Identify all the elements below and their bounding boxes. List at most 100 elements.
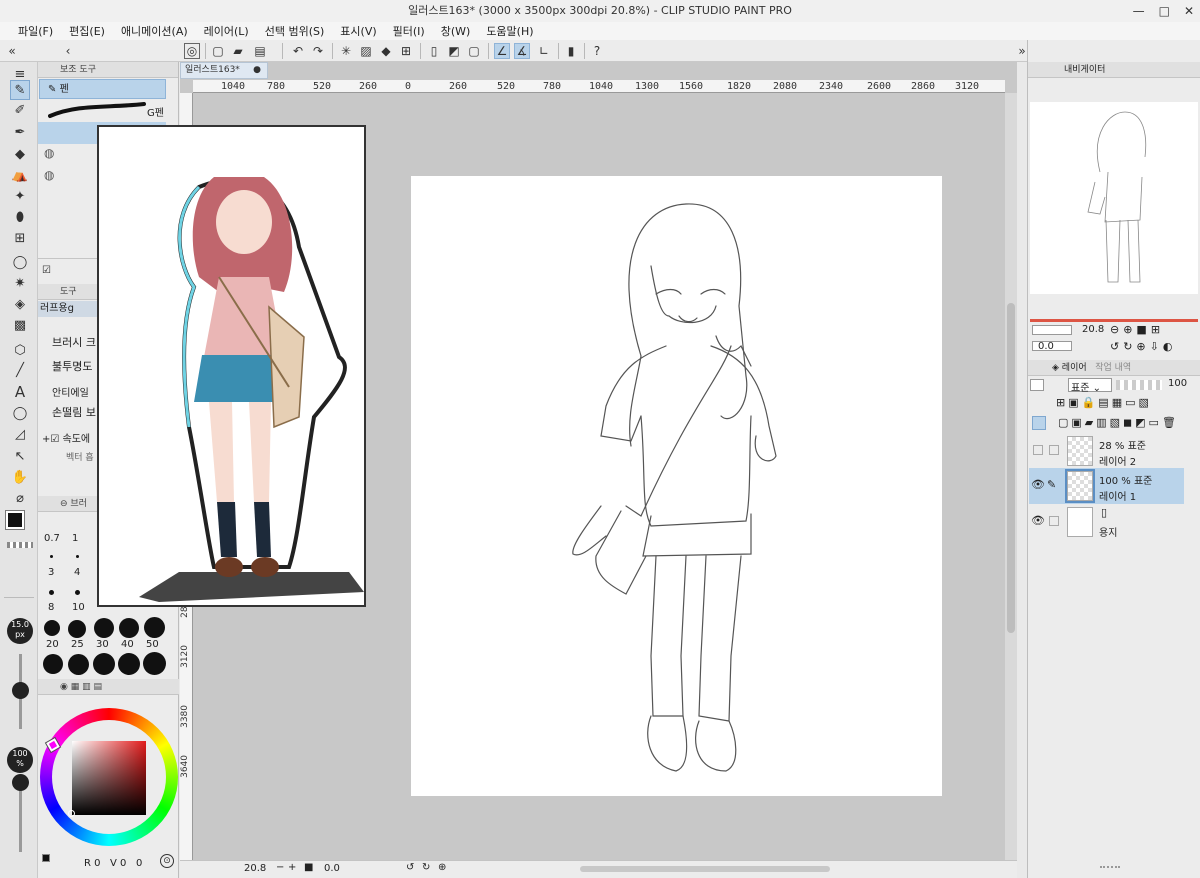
prop-brush-size[interactable]: 브러시 크: [52, 334, 96, 350]
pencil-tool-icon[interactable]: ✐: [10, 100, 30, 120]
scrollbar-thumb[interactable]: [1007, 303, 1015, 633]
drawing-canvas[interactable]: [411, 176, 942, 796]
brush-size-dot[interactable]: [76, 555, 79, 558]
layer-edit-box[interactable]: [1049, 516, 1059, 526]
save-icon[interactable]: ▤: [252, 43, 268, 59]
eye-icon[interactable]: 👁: [1031, 514, 1045, 527]
subtool-group-pen[interactable]: ✎ 펜: [39, 79, 166, 99]
eyedropper-tool-icon[interactable]: ⌀: [10, 488, 30, 508]
menu-edit[interactable]: 편집(E): [61, 23, 113, 39]
rotate-right-icon[interactable]: ↻: [422, 862, 430, 873]
transform-icon[interactable]: ⊞: [398, 43, 414, 59]
brush-size-label[interactable]: 4: [74, 567, 80, 578]
brush-size-label[interactable]: 1: [72, 533, 78, 544]
fill-icon[interactable]: ◆: [378, 43, 394, 59]
brush-size-dot[interactable]: [144, 617, 165, 638]
color-panel-tab[interactable]: ◉ ▦ ▥ ▤: [38, 679, 179, 695]
rotate-reset-icon[interactable]: ⊕: [438, 862, 446, 873]
3d-tool-icon[interactable]: ⬡: [10, 340, 30, 360]
brush-tool-icon[interactable]: ✒: [10, 122, 30, 142]
brush-size-dot[interactable]: [94, 618, 114, 638]
pen-edit-icon[interactable]: ✎: [1047, 478, 1056, 491]
fill-tool-icon[interactable]: ◈: [10, 294, 30, 314]
layer-edit-box[interactable]: [1049, 445, 1059, 455]
zoom-readout[interactable]: 20.8: [244, 863, 266, 874]
navigator-angle[interactable]: 0.0: [1038, 341, 1054, 352]
text-tool-icon[interactable]: A: [10, 382, 30, 402]
brush-size-label[interactable]: 50: [146, 639, 159, 650]
gradient-tool-icon[interactable]: ▩: [10, 315, 30, 335]
minimize-button[interactable]: —: [1133, 0, 1145, 22]
hand-tool-icon[interactable]: ✋: [10, 467, 30, 487]
menu-layer[interactable]: 레이어(L): [196, 23, 257, 39]
brush-size-dot[interactable]: [43, 654, 63, 674]
brush-size-dot[interactable]: [68, 654, 89, 675]
correct-line-icon[interactable]: ◿: [10, 424, 30, 444]
document-tab[interactable]: 일러스트163* ●: [180, 62, 268, 79]
zoom-reset-icon[interactable]: ■: [304, 862, 313, 873]
prop-opacity[interactable]: 불투명도: [52, 358, 92, 374]
brush-size-slider-thumb[interactable]: [12, 682, 29, 699]
horizontal-scrollbar[interactable]: [580, 866, 830, 872]
menu-file[interactable]: 파일(F): [10, 23, 61, 39]
saturation-value-square[interactable]: [72, 741, 146, 815]
navigator-preview[interactable]: [1030, 102, 1198, 294]
operation-tool-icon[interactable]: ↖: [10, 446, 30, 466]
brush-preset-icon[interactable]: ◍: [44, 146, 54, 160]
brush-size-label[interactable]: 3: [48, 567, 54, 578]
brush-size-dot[interactable]: [50, 555, 53, 558]
menu-selection[interactable]: 선택 범위(S): [257, 23, 333, 39]
open-file-icon[interactable]: ▰: [230, 43, 246, 59]
sparkle-tool-icon[interactable]: ✦: [10, 186, 30, 206]
brush-size-label[interactable]: 10: [72, 602, 85, 613]
eye-icon[interactable]: 👁: [1031, 478, 1045, 491]
decoration-tool-icon[interactable]: ⛺: [10, 165, 30, 185]
magic-wand-icon[interactable]: ✷: [10, 273, 30, 293]
deselect-icon[interactable]: ▯: [426, 43, 442, 59]
brush-size-dot[interactable]: [93, 653, 115, 675]
layer-action-icons[interactable]: ▢▣▰▥▧◼◩▭🗑: [1058, 416, 1179, 429]
zoom-in-icon[interactable]: +: [288, 862, 296, 873]
transparent-color-icon[interactable]: [7, 542, 33, 548]
vertical-scrollbar[interactable]: [1005, 93, 1017, 863]
eraser-tool-icon[interactable]: ◆: [10, 144, 30, 164]
brush-size-dot[interactable]: [119, 618, 139, 638]
prop-stabilization[interactable]: 손떨림 보: [52, 404, 96, 420]
pen-tool-icon[interactable]: ✎: [10, 80, 30, 100]
invert-selection-icon[interactable]: ◩: [446, 43, 462, 59]
brush-size-dot[interactable]: [143, 652, 166, 675]
brush-size-label[interactable]: 8: [48, 602, 54, 613]
layer-opacity-readout[interactable]: 100: [1168, 378, 1187, 389]
layer-row[interactable]: 👁 ✎ 100 % 표준 레이어 1: [1029, 468, 1184, 504]
snap-special-ruler-icon[interactable]: ∡: [514, 43, 530, 59]
collapse-left-icon[interactable]: «: [4, 43, 20, 59]
menu-view[interactable]: 표시(V): [332, 23, 384, 39]
undo-icon[interactable]: ↶: [290, 43, 306, 59]
brush-size-label[interactable]: 40: [121, 639, 134, 650]
brush-size-dot[interactable]: [68, 620, 86, 638]
layer-tab[interactable]: ◈ 레이어 작업 내역: [1028, 360, 1200, 376]
color-picker-marker[interactable]: [68, 810, 75, 817]
color-mode-icon[interactable]: ⊙: [160, 854, 174, 868]
zoom-out-icon[interactable]: −: [276, 862, 284, 873]
brush-size-dot[interactable]: [44, 620, 60, 636]
brush-size-dot[interactable]: [49, 590, 54, 595]
balloon-tool-icon[interactable]: ◯: [10, 403, 30, 423]
layer-color-box[interactable]: [1030, 379, 1044, 391]
layer-row[interactable]: 28 % 표준 레이어 2: [1029, 433, 1184, 469]
brush-size-label[interactable]: 30: [96, 639, 109, 650]
snap-ruler-icon[interactable]: ∠: [494, 43, 510, 59]
clip-studio-icon[interactable]: ◎: [184, 43, 200, 59]
brush-size-label[interactable]: 0.7: [44, 533, 60, 544]
brush-preset-gpen[interactable]: G펜: [38, 100, 178, 122]
blend-mode-select[interactable]: 표준 ⌄: [1068, 378, 1112, 394]
layer-opacity-slider[interactable]: [1116, 380, 1162, 390]
frame-tool-icon[interactable]: ⊞: [10, 228, 30, 248]
device-icon[interactable]: ▮: [563, 43, 579, 59]
rotate-left-icon[interactable]: ↺: [406, 862, 414, 873]
brush-size-label[interactable]: 20: [46, 639, 59, 650]
subtool-tab[interactable]: 보조 도구: [38, 62, 178, 78]
blend-tool-icon[interactable]: ⬮: [10, 207, 30, 227]
new-file-icon[interactable]: ▢: [210, 43, 226, 59]
redo-icon[interactable]: ↷: [310, 43, 326, 59]
